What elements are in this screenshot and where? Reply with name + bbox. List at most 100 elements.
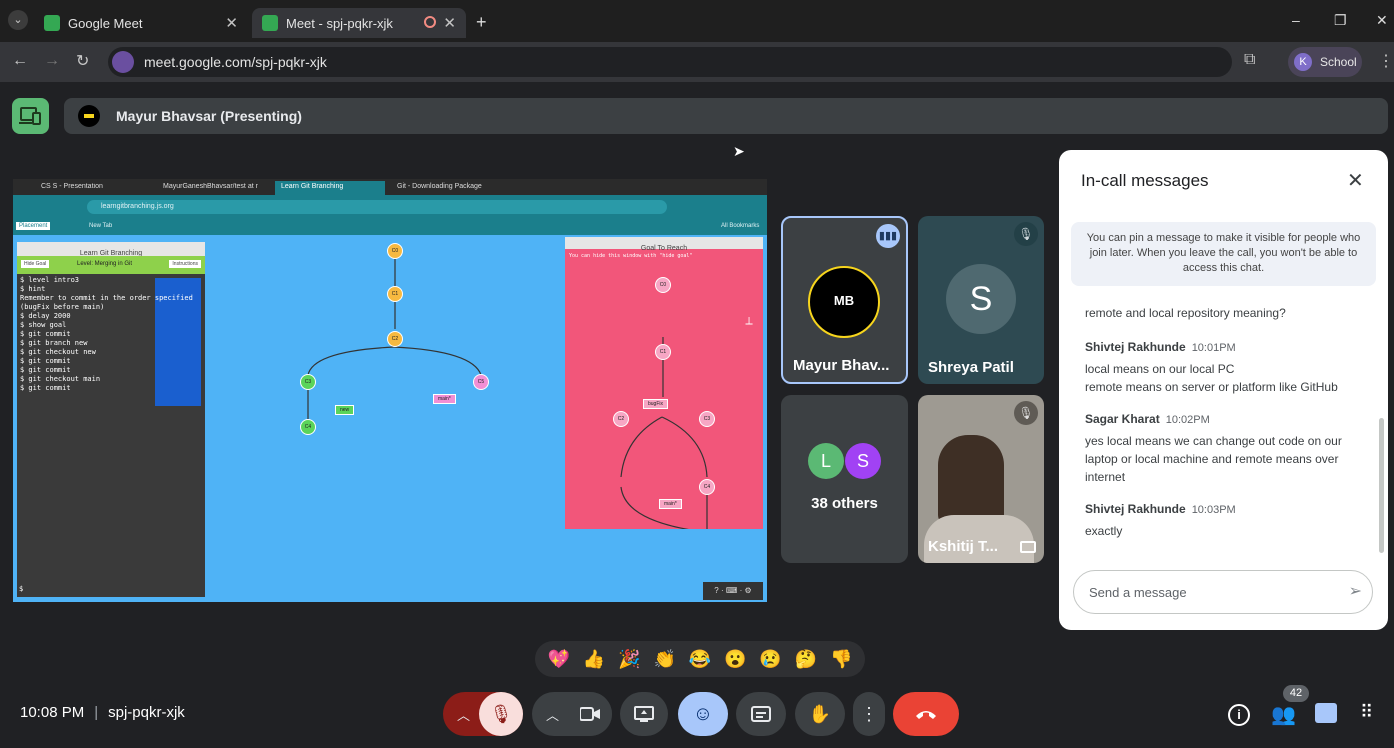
device-switch-button[interactable] [12,98,49,134]
message-text: remote and local repository meaning? [1085,306,1286,320]
mic-toggle-button[interactable]: 🎙 [479,692,523,736]
commit-node: C4 [300,419,316,435]
present-screen-button[interactable] [620,692,668,736]
commit-node: C3 [300,374,316,390]
reaction-emoji-button[interactable]: 🤔 [795,649,817,670]
browser-menu-icon[interactable]: ⋮ [1378,51,1394,71]
commit-node: C5 [473,374,489,390]
meeting-details-icon[interactable]: i [1228,704,1250,726]
reaction-emoji-button[interactable]: 🎉 [618,649,640,670]
profile-label: School [1320,55,1357,69]
activities-icon[interactable]: ⠿ [1360,702,1373,723]
meet-favicon-icon [262,15,278,31]
tab-meet-active[interactable]: Meet - spj-pqkr-xjk ✕ [252,8,466,38]
commit-node: C2 [387,331,403,347]
pin-info: You can pin a message to make it visible… [1071,222,1376,286]
mic-off-icon: 🎙 [1014,401,1038,425]
goal-branch-label: bugFix [643,399,669,409]
reload-icon[interactable]: ↻ [76,51,89,71]
video-camera-icon [580,707,600,721]
mouse-cursor-icon: ➤ [733,143,745,159]
browser-tab-bar: ⌄ Google Meet ✕ Meet - spj-pqkr-xjk ✕ + … [0,0,1394,42]
back-icon[interactable]: ← [12,52,28,70]
forward-icon[interactable]: → [44,52,60,70]
participant-avatar: S [946,264,1016,334]
participant-avatar: S [845,443,881,479]
message-time: 10:02PM [1165,414,1210,426]
close-window-button[interactable]: ✕ [1376,12,1388,29]
scrollbar[interactable] [1379,418,1384,553]
others-count: 38 others [811,495,878,512]
tab-google-meet[interactable]: Google Meet ✕ [34,8,248,38]
message-text: laptop or local machine and remote means… [1085,452,1339,466]
url-text: meet.google.com/spj-pqkr-xjk [144,54,327,70]
message: Shivtej Rakhunde 10:01PM local means on o… [1085,338,1365,396]
mic-off-icon: 🎙 [1014,222,1038,246]
end-call-icon [916,711,936,719]
commit-node: C0 [387,243,403,259]
level-menu-icon: ⟂ [739,311,759,331]
more-options-button[interactable]: ⋮ [853,692,885,736]
participant-tile-others[interactable]: L S 38 others [781,395,908,563]
goal-commit-node: C1 [655,344,671,360]
branch-label: new [335,405,355,415]
chat-icon[interactable] [1315,703,1337,723]
maximize-button[interactable]: ❐ [1334,12,1347,29]
presenter-avatar [78,105,100,127]
participant-tile-shreya[interactable]: S 🎙 Shreya Patil [918,216,1044,384]
goal-commit-node: C2 [613,411,629,427]
meet-favicon-icon [44,15,60,31]
mic-off-icon: 🎙 [489,703,513,724]
panel-title: In-call messages [1081,171,1209,190]
people-icon[interactable]: 👥 [1271,702,1296,727]
reaction-emoji-button[interactable]: 😢 [759,649,781,670]
address-bar[interactable]: meet.google.com/spj-pqkr-xjk [108,47,1232,77]
reaction-emoji-button[interactable]: 😂 [689,649,711,670]
participant-tile-mayur[interactable]: MB ▮▮▮ Mayur Bhav... [781,216,908,384]
captions-button[interactable] [736,692,786,736]
close-panel-icon[interactable]: ✕ [1347,168,1364,193]
hand-icon: ✋ [808,703,832,724]
reactions-bar: 💖 👍 🎉 👏 😂 😮 😢 🤔 👎 [535,641,865,677]
reaction-emoji-button[interactable]: 👏 [653,649,675,670]
participant-name: Mayur Bhav... [793,357,890,374]
profile-button[interactable]: K School [1288,47,1362,77]
leave-call-button[interactable] [893,692,959,736]
message-text: local means on our local PC [1085,362,1235,376]
send-icon[interactable]: ➢ [1349,581,1362,601]
chevron-up-icon: ︿ [457,707,471,723]
messages-list: remote and local repository meaning? Shi… [1085,304,1365,554]
chevron-up-icon: ︿ [546,707,560,723]
participant-avatar: MB [808,266,880,338]
participant-name: Kshitij T... [928,538,999,555]
camera-toggle-button[interactable] [568,692,612,736]
message-sender: Shivtej Rakhunde [1085,340,1186,354]
reaction-emoji-button[interactable]: 👍 [583,649,605,670]
message-text: internet [1085,470,1126,484]
presenter-banner: Mayur Bhavsar (Presenting) [64,98,1388,134]
close-tab-icon[interactable]: ✕ [443,14,456,32]
message-text: yes local means we can change out code o… [1085,434,1342,448]
participant-tile-kshitij[interactable]: 🎙 Kshitij T... [918,395,1044,563]
pip-icon[interactable] [1020,541,1036,553]
site-info-icon[interactable] [112,51,134,73]
raise-hand-button[interactable]: ✋ [795,692,845,736]
message-time: 10:01PM [1191,342,1236,354]
emoji-reactions-button[interactable]: ☺ [678,692,728,736]
reaction-emoji-button[interactable]: 👎 [830,649,852,670]
extensions-icon[interactable]: ⧉ [1244,51,1255,69]
tab-search-button[interactable]: ⌄ [8,10,28,30]
minimize-button[interactable]: – [1292,12,1300,28]
message: remote and local repository meaning? [1085,304,1365,322]
meeting-time: 10:08 PM [20,704,85,721]
reaction-emoji-button[interactable]: 💖 [547,649,569,670]
message-input[interactable]: Send a message ➢ [1073,570,1373,614]
goal-commit-node: C4 [699,479,715,495]
tab-title: Meet - spj-pqkr-xjk [286,15,393,31]
reaction-emoji-button[interactable]: 😮 [724,649,746,670]
participant-avatar: L [808,443,844,479]
speaking-indicator-icon: ▮▮▮ [876,224,900,248]
branch-label: main* [433,394,456,404]
new-tab-button[interactable]: + [476,12,487,33]
close-tab-icon[interactable]: ✕ [225,14,238,32]
